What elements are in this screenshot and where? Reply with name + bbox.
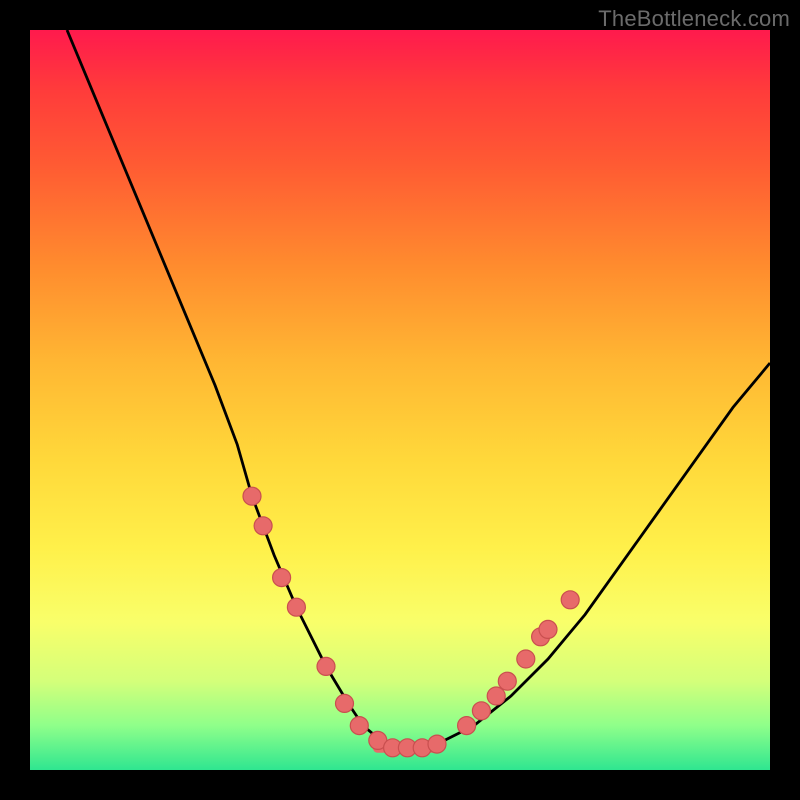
- marker-dot: [317, 657, 335, 675]
- marker-dot: [254, 517, 272, 535]
- marker-dot: [243, 487, 261, 505]
- marker-dot: [428, 735, 446, 753]
- marker-dot: [561, 591, 579, 609]
- chart-svg: [30, 30, 770, 770]
- watermark-text: TheBottleneck.com: [598, 6, 790, 32]
- marker-dot: [458, 717, 476, 735]
- marker-dot: [350, 717, 368, 735]
- marker-dot: [287, 598, 305, 616]
- marker-dot: [273, 569, 291, 587]
- bottleneck-curve: [67, 30, 770, 748]
- marker-dot: [517, 650, 535, 668]
- marker-dot: [498, 672, 516, 690]
- chart-frame: TheBottleneck.com: [0, 0, 800, 800]
- chart-plot-area: [30, 30, 770, 770]
- marker-dot: [336, 694, 354, 712]
- marker-dot: [487, 687, 505, 705]
- marker-dot: [539, 620, 557, 638]
- marker-dot: [472, 702, 490, 720]
- marker-group: [243, 487, 579, 757]
